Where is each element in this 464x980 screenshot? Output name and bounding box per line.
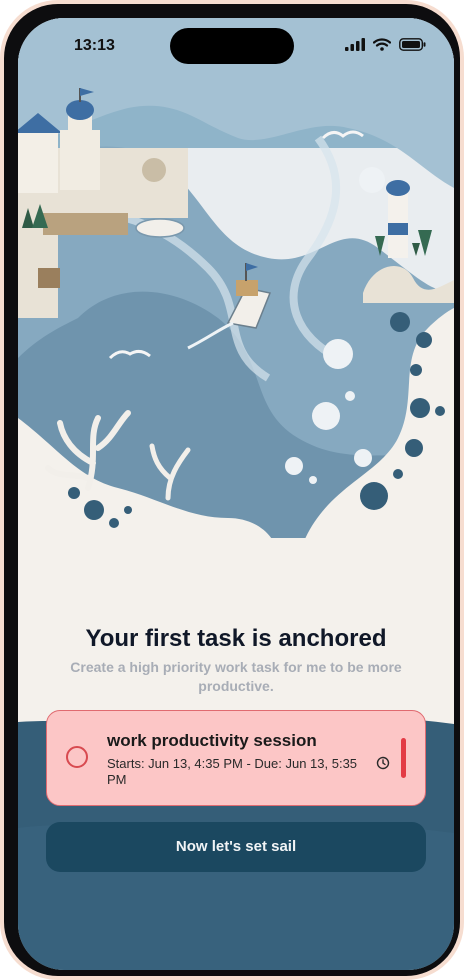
- status-icons: [345, 38, 426, 51]
- battery-icon: [399, 38, 426, 51]
- status-bar: 13:13: [18, 18, 454, 74]
- page-title: Your first task is anchored: [85, 625, 387, 652]
- status-time: 13:13: [74, 37, 115, 54]
- app-screen: 13:13 Your first task is anchored Create…: [18, 18, 454, 970]
- dynamic-island: [170, 28, 294, 64]
- device-bezel: 13:13 Your first task is anchored Create…: [4, 4, 460, 976]
- priority-indicator: [401, 738, 406, 778]
- task-title: work productivity session: [107, 731, 317, 750]
- page-subtitle: Create a high priority work task for me …: [70, 659, 402, 694]
- device-frame: 13:13 Your first task is anchored Create…: [0, 0, 464, 980]
- clock-icon: [376, 756, 390, 770]
- wifi-icon: [373, 38, 391, 51]
- task-complete-checkbox[interactable]: [66, 746, 88, 768]
- harbor-illustration: [18, 18, 454, 538]
- task-card[interactable]: work productivity session Starts: Jun 13…: [46, 710, 426, 806]
- cellular-signal-icon: [345, 38, 365, 51]
- task-schedule: Starts: Jun 13, 4:35 PM - Due: Jun 13, 5…: [107, 756, 358, 787]
- set-sail-button[interactable]: Now let's set sail: [46, 822, 426, 872]
